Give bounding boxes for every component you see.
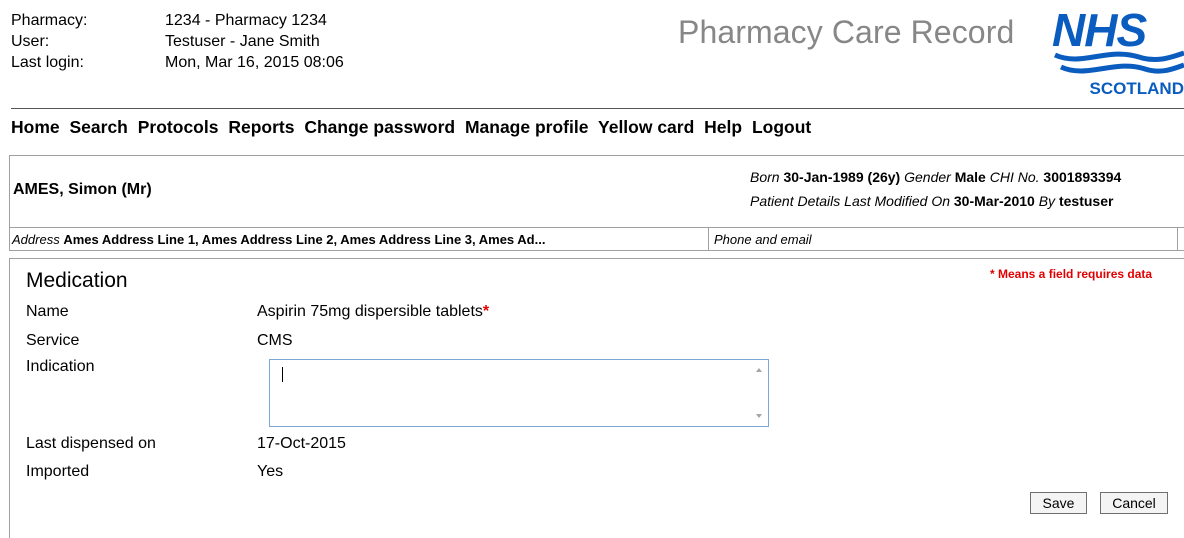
born-value: 30-Jan-1989: [783, 169, 864, 185]
patient-name: AMES, Simon (Mr): [13, 181, 152, 198]
last-login-label: Last login:: [11, 54, 84, 71]
nav-change-password[interactable]: Change password: [304, 117, 455, 137]
indication-label: Indication: [26, 358, 95, 375]
nav-home[interactable]: Home: [11, 117, 60, 137]
address-label: Address: [12, 232, 60, 247]
name-value: Aspirin 75mg dispersible tablets: [257, 303, 483, 320]
scroll-down-icon[interactable]: [756, 414, 762, 418]
nav-help[interactable]: Help: [704, 117, 742, 137]
logo-scotland-text: SCOTLAND: [1089, 79, 1184, 98]
nav-logout[interactable]: Logout: [752, 117, 811, 137]
address-divider: [708, 228, 709, 250]
imported-value: Yes: [257, 463, 284, 480]
pharmacy-row: Pharmacy: 1234 - Pharmacy 1234: [11, 10, 344, 31]
modified-value: 30-Mar-2010: [953, 193, 1035, 209]
last-login-value: Mon, Mar 16, 2015 08:06: [165, 54, 344, 71]
pharmacy-value: 1234 - Pharmacy 1234: [165, 12, 327, 29]
medication-title: Medication: [26, 269, 128, 292]
age-value: (26y): [867, 169, 901, 185]
scroll-up-icon[interactable]: [756, 368, 762, 372]
last-login-row: Last login: Mon, Mar 16, 2015 08:06: [11, 52, 344, 73]
by-label: By: [1038, 193, 1056, 209]
patient-modified: Patient Details Last Modified On 30-Mar-…: [750, 189, 1121, 213]
address-value: Ames Address Line 1, Ames Address Line 2…: [63, 232, 546, 247]
nav-yellow-card[interactable]: Yellow card: [598, 117, 694, 137]
user-row: User: Testuser - Jane Smith: [11, 31, 344, 52]
medication-panel: Medication * Means a field requires data…: [9, 258, 1184, 538]
cancel-button[interactable]: Cancel: [1100, 492, 1168, 514]
last-dispensed-label: Last dispensed on: [26, 435, 156, 452]
service-value: CMS: [257, 332, 293, 349]
required-star-icon: *: [482, 303, 490, 320]
pharmacy-label: Pharmacy:: [11, 12, 88, 29]
nav-manage-profile[interactable]: Manage profile: [465, 117, 589, 137]
phone-email-label: Phone and email: [714, 232, 812, 247]
save-button[interactable]: Save: [1030, 492, 1087, 514]
service-label: Service: [26, 332, 80, 349]
last-dispensed-value: 17-Oct-2015: [257, 435, 346, 452]
address: Address Ames Address Line 1, Ames Addres…: [12, 232, 545, 247]
required-note: * Means a field requires data: [990, 267, 1153, 281]
name-value-wrapper: Aspirin 75mg dispersible tablets*: [257, 303, 489, 321]
header-divider: [11, 108, 1184, 109]
name-label: Name: [26, 303, 69, 320]
nav-search[interactable]: Search: [70, 117, 128, 137]
indication-scrollbar[interactable]: [751, 360, 768, 426]
nav-protocols[interactable]: Protocols: [138, 117, 219, 137]
chi-label: CHI No.: [989, 169, 1040, 185]
chi-value: 3001893394: [1043, 169, 1122, 185]
user-label: User:: [11, 33, 50, 50]
address-bar: Address Ames Address Line 1, Ames Addres…: [9, 227, 1184, 251]
text-caret: [282, 367, 283, 382]
nav-reports[interactable]: Reports: [228, 117, 294, 137]
user-info: Pharmacy: 1234 - Pharmacy 1234 User: Tes…: [11, 10, 344, 73]
indication-field[interactable]: [269, 359, 769, 427]
born-label: Born: [750, 169, 780, 185]
logo-waves-icon: [1053, 50, 1184, 74]
imported-label: Imported: [26, 463, 90, 480]
phone-divider: [1177, 228, 1178, 250]
main-nav: Home Search Protocols Reports Change pas…: [11, 117, 816, 138]
modified-label: Patient Details Last Modified On: [750, 193, 950, 209]
nhs-scotland-logo: NHS SCOTLAND: [1047, 3, 1184, 107]
gender-label: Gender: [904, 169, 951, 185]
patient-demographics: Born 30-Jan-1989 (26y) Gender Male CHI N…: [750, 165, 1121, 189]
user-value: Testuser - Jane Smith: [165, 33, 320, 50]
gender-value: Male: [954, 169, 986, 185]
app-title: Pharmacy Care Record: [678, 14, 1015, 50]
patient-meta: Born 30-Jan-1989 (26y) Gender Male CHI N…: [750, 165, 1121, 213]
indication-textarea[interactable]: [270, 360, 751, 426]
by-value: testuser: [1058, 193, 1114, 209]
